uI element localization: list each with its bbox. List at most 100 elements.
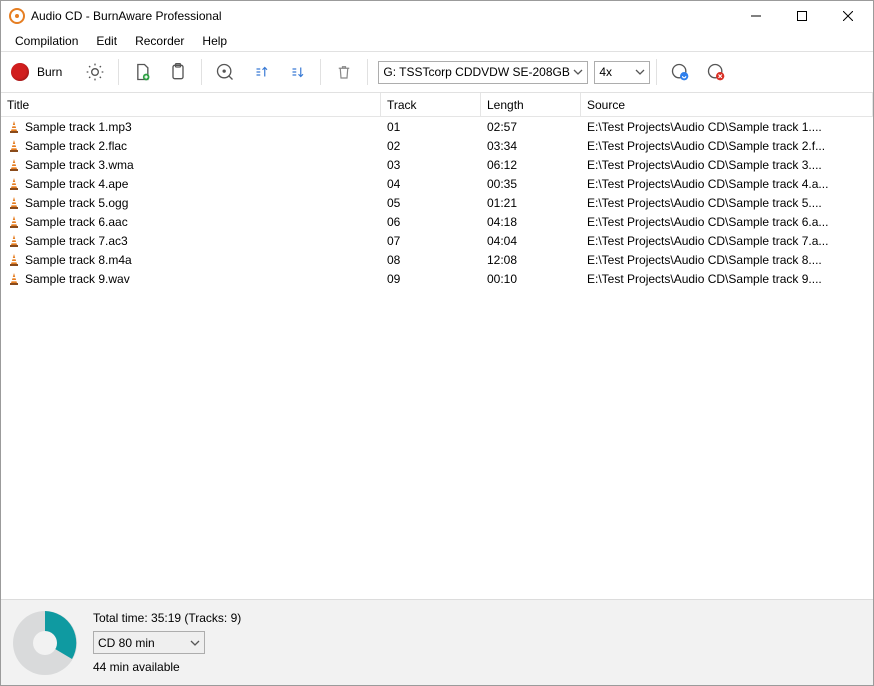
cell-track: 07	[381, 234, 481, 248]
cell-title: Sample track 6.aac	[1, 215, 381, 229]
refresh-disc-button[interactable]	[663, 55, 697, 89]
cell-title: Sample track 8.m4a	[1, 253, 381, 267]
sort-down-icon	[288, 63, 306, 81]
cell-title: Sample track 5.ogg	[1, 196, 381, 210]
cell-source: E:\Test Projects\Audio CD\Sample track 5…	[581, 196, 873, 210]
table-body: Sample track 1.mp30102:57E:\Test Project…	[1, 117, 873, 599]
col-title[interactable]: Title	[1, 93, 381, 116]
disc-gauge	[11, 609, 79, 677]
table-row[interactable]: Sample track 4.ape0400:35E:\Test Project…	[1, 174, 873, 193]
table-header: Title Track Length Source	[1, 93, 873, 117]
table-row[interactable]: Sample track 6.aac0604:18E:\Test Project…	[1, 212, 873, 231]
track-list: Title Track Length Source Sample track 1…	[1, 93, 873, 599]
settings-button[interactable]	[78, 55, 112, 89]
cell-track: 08	[381, 253, 481, 267]
app-icon	[9, 8, 25, 24]
cell-length: 02:57	[481, 120, 581, 134]
cell-source: E:\Test Projects\Audio CD\Sample track 3…	[581, 158, 873, 172]
cell-source: E:\Test Projects\Audio CD\Sample track 7…	[581, 234, 873, 248]
cell-source: E:\Test Projects\Audio CD\Sample track 9…	[581, 272, 873, 286]
minimize-button[interactable]	[733, 1, 779, 31]
total-time-label: Total time: 35:19 (Tracks: 9)	[93, 611, 241, 625]
table-row[interactable]: Sample track 2.flac0203:34E:\Test Projec…	[1, 136, 873, 155]
play-disc-button[interactable]	[208, 55, 242, 89]
trash-icon	[335, 63, 353, 81]
menubar: Compilation Edit Recorder Help	[1, 31, 873, 51]
app-window: Audio CD - BurnAware Professional Compil…	[0, 0, 874, 686]
file-plus-icon	[132, 62, 152, 82]
move-up-button[interactable]	[244, 55, 278, 89]
drive-select[interactable]: G: TSSTcorp CDDVDW SE-208GB	[378, 61, 588, 84]
cell-length: 00:10	[481, 272, 581, 286]
cell-source: E:\Test Projects\Audio CD\Sample track 1…	[581, 120, 873, 134]
sort-up-icon	[252, 63, 270, 81]
cell-track: 09	[381, 272, 481, 286]
add-file-button[interactable]	[125, 55, 159, 89]
cell-source: E:\Test Projects\Audio CD\Sample track 6…	[581, 215, 873, 229]
table-row[interactable]: Sample track 9.wav0900:10E:\Test Project…	[1, 269, 873, 288]
cell-title: Sample track 1.mp3	[1, 120, 381, 134]
available-label: 44 min available	[93, 660, 241, 674]
footer-info: Total time: 35:19 (Tracks: 9) CD 80 min …	[93, 611, 241, 674]
table-row[interactable]: Sample track 1.mp30102:57E:\Test Project…	[1, 117, 873, 136]
cell-length: 12:08	[481, 253, 581, 267]
paste-button[interactable]	[161, 55, 195, 89]
cell-length: 04:18	[481, 215, 581, 229]
burn-label: Burn	[37, 65, 62, 79]
delete-button[interactable]	[327, 55, 361, 89]
disc-eject-icon	[706, 62, 726, 82]
table-row[interactable]: Sample track 7.ac30704:04E:\Test Project…	[1, 231, 873, 250]
toolbar: Burn G: TSSTcorp CDDVDW SE-208GB	[1, 51, 873, 93]
close-button[interactable]	[825, 1, 871, 31]
chevron-down-icon	[635, 67, 645, 77]
col-length[interactable]: Length	[481, 93, 581, 116]
table-row[interactable]: Sample track 8.m4a0812:08E:\Test Project…	[1, 250, 873, 269]
burn-button[interactable]: Burn	[7, 59, 76, 85]
cell-title: Sample track 9.wav	[1, 272, 381, 286]
col-track[interactable]: Track	[381, 93, 481, 116]
chevron-down-icon	[190, 638, 200, 648]
disc-refresh-icon	[670, 62, 690, 82]
cell-source: E:\Test Projects\Audio CD\Sample track 4…	[581, 177, 873, 191]
cell-track: 06	[381, 215, 481, 229]
disc-play-icon	[215, 62, 235, 82]
cell-source: E:\Test Projects\Audio CD\Sample track 2…	[581, 139, 873, 153]
record-icon	[11, 63, 29, 81]
menu-help[interactable]: Help	[194, 32, 235, 50]
cell-track: 01	[381, 120, 481, 134]
gear-icon	[85, 62, 105, 82]
drive-select-value: G: TSSTcorp CDDVDW SE-208GB	[383, 65, 570, 79]
col-source[interactable]: Source	[581, 93, 873, 116]
table-row[interactable]: Sample track 3.wma0306:12E:\Test Project…	[1, 155, 873, 174]
cell-title: Sample track 4.ape	[1, 177, 381, 191]
cell-length: 01:21	[481, 196, 581, 210]
move-down-button[interactable]	[280, 55, 314, 89]
table-row[interactable]: Sample track 5.ogg0501:21E:\Test Project…	[1, 193, 873, 212]
eject-disc-button[interactable]	[699, 55, 733, 89]
menu-recorder[interactable]: Recorder	[127, 32, 192, 50]
cell-length: 04:04	[481, 234, 581, 248]
chevron-down-icon	[573, 67, 583, 77]
cell-title: Sample track 7.ac3	[1, 234, 381, 248]
cell-source: E:\Test Projects\Audio CD\Sample track 8…	[581, 253, 873, 267]
cell-title: Sample track 2.flac	[1, 139, 381, 153]
clipboard-icon	[168, 62, 188, 82]
cell-title: Sample track 3.wma	[1, 158, 381, 172]
menu-edit[interactable]: Edit	[88, 32, 125, 50]
menu-compilation[interactable]: Compilation	[7, 32, 86, 50]
maximize-button[interactable]	[779, 1, 825, 31]
cell-length: 00:35	[481, 177, 581, 191]
cell-length: 03:34	[481, 139, 581, 153]
status-footer: Total time: 35:19 (Tracks: 9) CD 80 min …	[1, 599, 873, 685]
cell-track: 05	[381, 196, 481, 210]
cell-track: 02	[381, 139, 481, 153]
disc-type-select[interactable]: CD 80 min	[93, 631, 205, 654]
window-controls	[733, 1, 871, 31]
cell-track: 04	[381, 177, 481, 191]
speed-select[interactable]: 4x	[594, 61, 650, 84]
speed-select-value: 4x	[599, 65, 612, 79]
cell-length: 06:12	[481, 158, 581, 172]
titlebar: Audio CD - BurnAware Professional	[1, 1, 873, 31]
window-title: Audio CD - BurnAware Professional	[31, 9, 222, 23]
cell-track: 03	[381, 158, 481, 172]
